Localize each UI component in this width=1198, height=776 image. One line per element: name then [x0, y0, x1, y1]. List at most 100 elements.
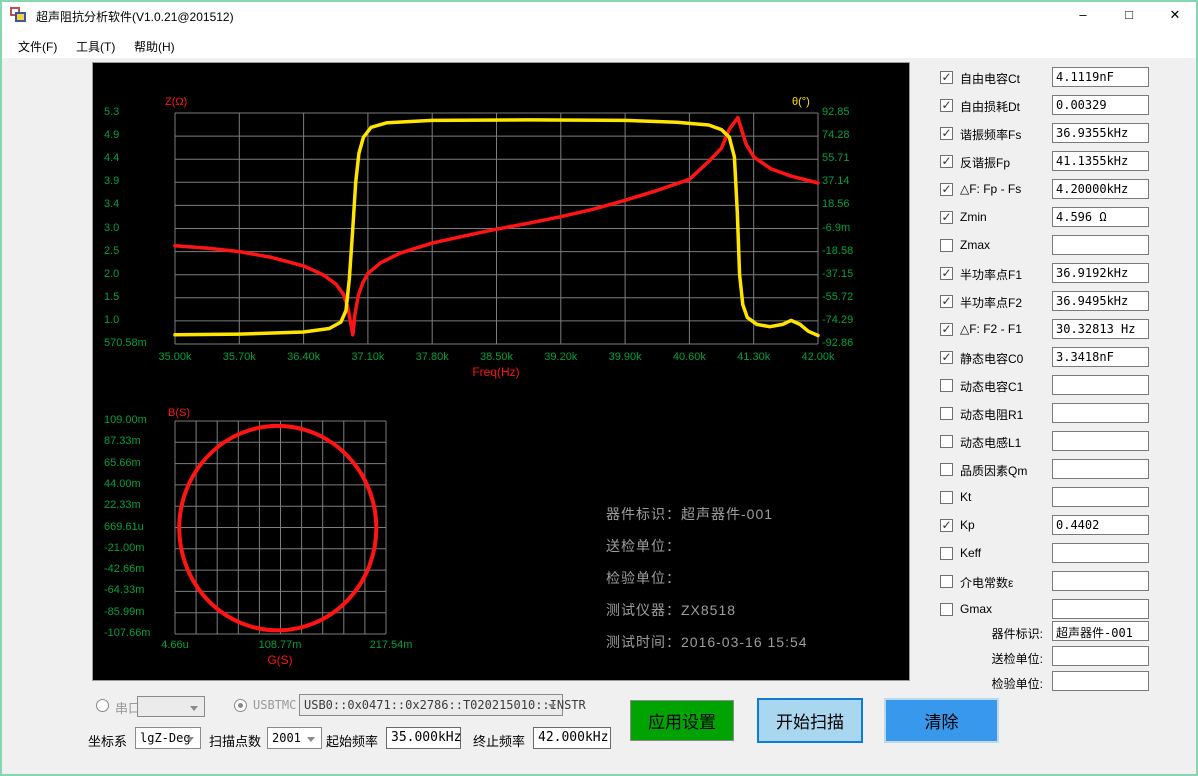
serial-port-combobox[interactable] [137, 696, 205, 717]
param-value-field[interactable] [1052, 571, 1149, 591]
param-checkbox[interactable]: ✓ [940, 99, 953, 112]
param-label: 动态电感L1 [960, 434, 1021, 451]
param-value-field[interactable] [1052, 375, 1149, 395]
param-value-field[interactable] [1052, 599, 1149, 619]
param-label: △F: F2 - F1 [960, 322, 1022, 336]
z-axis-tick: 1.5 [104, 291, 119, 303]
device-field-input[interactable]: 超声器件-001 [1052, 621, 1149, 641]
param-value-field[interactable]: 36.9495kHz [1052, 291, 1149, 311]
freq-axis-tick: 38.50k [480, 351, 513, 363]
param-row: Kt [933, 489, 1195, 511]
device-field-input[interactable] [1052, 646, 1149, 666]
freq-axis-title: Freq(Hz) [472, 365, 519, 379]
param-value-field[interactable] [1052, 235, 1149, 255]
param-label: 介电常数ε [960, 574, 1013, 591]
device-info-line: 检验单位： [606, 568, 681, 588]
close-button[interactable]: ✕ [1152, 0, 1198, 30]
serial-port-radio[interactable] [96, 699, 109, 712]
param-checkbox[interactable]: ✓ [940, 295, 953, 308]
menu-item-1[interactable]: 工具(T) [72, 36, 119, 57]
param-value-field[interactable] [1052, 403, 1149, 423]
param-value-field[interactable] [1052, 487, 1149, 507]
b-axis-tick: 669.61u [104, 521, 144, 533]
param-checkbox[interactable] [940, 547, 953, 560]
usbtmc-address-value: USB0::0x0471::0x2786::T020215010::INSTR [304, 698, 586, 712]
apply-settings-button[interactable]: 应用设置 [630, 700, 734, 741]
param-value-field[interactable]: 4.20000kHz [1052, 179, 1149, 199]
param-value-field[interactable]: 36.9355kHz [1052, 123, 1149, 143]
maximize-button[interactable]: □ [1106, 0, 1152, 30]
menu-item-2[interactable]: 帮助(H) [130, 36, 179, 57]
theta-axis-title: θ(°) [792, 96, 810, 108]
param-checkbox[interactable] [940, 407, 953, 420]
usbtmc-radio[interactable] [234, 699, 247, 712]
param-checkbox[interactable]: ✓ [940, 519, 953, 532]
param-checkbox[interactable]: ✓ [940, 183, 953, 196]
menu-item-0[interactable]: 文件(F) [14, 36, 61, 57]
param-checkbox[interactable] [940, 575, 953, 588]
param-checkbox[interactable]: ✓ [940, 211, 953, 224]
param-checkbox[interactable] [940, 603, 953, 616]
param-checkbox[interactable]: ✓ [940, 71, 953, 84]
b-axis-tick: 109.00m [104, 414, 147, 426]
param-checkbox[interactable]: ✓ [940, 155, 953, 168]
z-axis-tick: 1.0 [104, 314, 119, 326]
param-label: 半功率点F2 [960, 294, 1022, 311]
start-freq-input[interactable]: 35.000kHz [386, 727, 461, 749]
param-value-field[interactable]: 30.32813 Hz [1052, 319, 1149, 339]
z-axis-tick: 570.58m [104, 337, 147, 349]
device-field-input[interactable] [1052, 671, 1149, 691]
b-axis-tick: -21.00m [104, 542, 144, 554]
usbtmc-address-combobox[interactable]: USB0::0x0471::0x2786::T020215010::INSTR [299, 694, 563, 716]
theta-axis-tick: -74.29 [822, 314, 853, 326]
theta-axis-tick: 74.28 [822, 129, 850, 141]
param-row: 品质因素Qm [933, 461, 1195, 483]
param-value-field[interactable]: 0.4402 [1052, 515, 1149, 535]
minimize-button[interactable]: – [1060, 0, 1106, 30]
param-checkbox[interactable]: ✓ [940, 323, 953, 336]
b-axis-tick: -107.66m [104, 627, 150, 639]
device-info-line: 测试时间：2016-03-16 15:54 [606, 632, 808, 652]
z-axis-tick: 4.4 [104, 152, 119, 164]
param-checkbox[interactable] [940, 239, 953, 252]
param-row: ✓Zmin4.596 Ω [933, 209, 1195, 231]
param-checkbox[interactable] [940, 379, 953, 392]
param-value-field[interactable]: 36.9192kHz [1052, 263, 1149, 283]
stop-freq-label: 终止频率 [473, 731, 525, 750]
param-value-field[interactable]: 41.1355kHz [1052, 151, 1149, 171]
usbtmc-label: USBTMC [253, 698, 296, 712]
param-value-field[interactable]: 4.596 Ω [1052, 207, 1149, 227]
param-value-field[interactable] [1052, 543, 1149, 563]
param-label: Gmax [960, 602, 992, 616]
param-value-field[interactable]: 0.00329 [1052, 95, 1149, 115]
coord-system-combobox[interactable]: lgZ-Deg [135, 727, 201, 749]
param-value-field[interactable] [1052, 459, 1149, 479]
param-checkbox[interactable]: ✓ [940, 127, 953, 140]
param-value-field[interactable]: 4.1119nF [1052, 67, 1149, 87]
theta-axis-tick: -92.86 [822, 337, 853, 349]
scan-points-combobox[interactable]: 2001 [267, 727, 322, 749]
param-row: ✓反谐振Fp41.1355kHz [933, 153, 1195, 175]
param-value-field[interactable] [1052, 431, 1149, 451]
device-info-line: 器件标识：超声器件-001 [606, 504, 773, 524]
param-value-field[interactable]: 3.3418nF [1052, 347, 1149, 367]
start-scan-button[interactable]: 开始扫描 [757, 698, 863, 743]
z-axis-tick: 4.9 [104, 129, 119, 141]
b-axis-tick: 87.33m [104, 435, 141, 447]
param-row: 动态电感L1 [933, 433, 1195, 455]
param-label: 自由损耗Dt [960, 98, 1020, 115]
param-checkbox[interactable]: ✓ [940, 351, 953, 364]
g-axis-title: G(S) [267, 653, 292, 667]
stop-freq-input[interactable]: 42.000kHz [533, 727, 611, 749]
param-checkbox[interactable] [940, 463, 953, 476]
window-title: 超声阻抗分析软件(V1.0.21@201512) [36, 8, 234, 25]
z-axis-tick: 2.0 [104, 268, 119, 280]
param-row: ✓自由电容Ct4.1119nF [933, 69, 1195, 91]
clear-button[interactable]: 清除 [884, 698, 999, 743]
param-checkbox[interactable] [940, 435, 953, 448]
freq-axis-tick: 39.90k [609, 351, 642, 363]
param-row: 动态电阻R1 [933, 405, 1195, 427]
b-axis-tick: 65.66m [104, 457, 141, 469]
param-checkbox[interactable]: ✓ [940, 267, 953, 280]
param-checkbox[interactable] [940, 491, 953, 504]
